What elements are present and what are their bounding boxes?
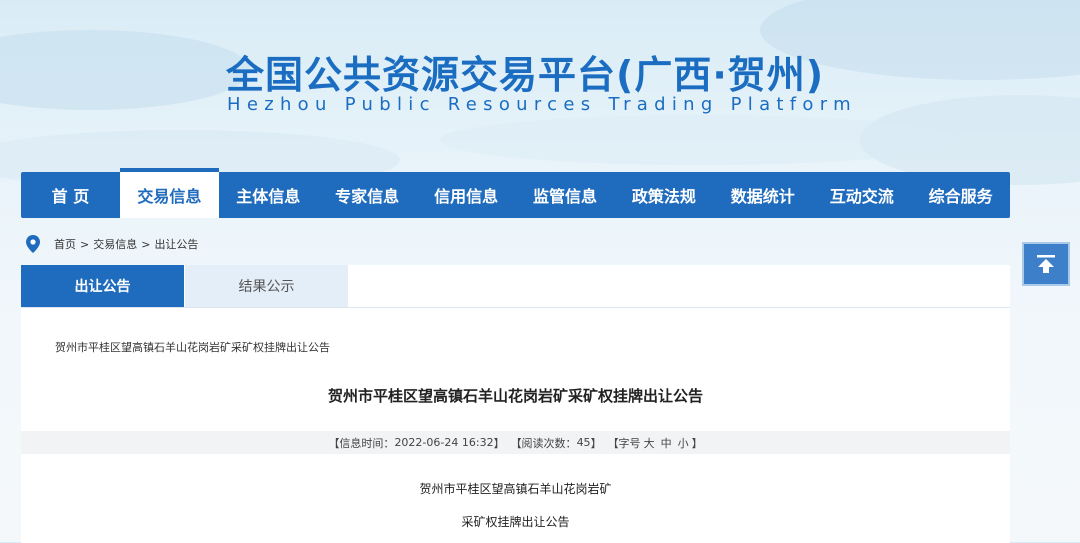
arrow-up-icon bbox=[1037, 255, 1055, 273]
nav-item-credit-info[interactable]: 信用信息 bbox=[417, 172, 516, 218]
tab-transfer-announcement[interactable]: 出让公告 bbox=[21, 265, 184, 307]
nav-item-statistics[interactable]: 数据统计 bbox=[713, 172, 812, 218]
nav-item-services[interactable]: 综合服务 bbox=[911, 172, 1010, 218]
meta-reads-value: 45 bbox=[576, 436, 591, 449]
meta-time-value: 2022-06-24 16:32 bbox=[394, 436, 494, 449]
tab-result-publicity[interactable]: 结果公示 bbox=[185, 265, 348, 307]
tab-bar: 出让公告 结果公示 bbox=[21, 265, 1010, 307]
breadcrumb-separator: > bbox=[141, 237, 151, 251]
nav-item-trading-info[interactable]: 交易信息 bbox=[119, 168, 219, 218]
nav-item-expert-info[interactable]: 专家信息 bbox=[318, 172, 417, 218]
back-to-top-button[interactable] bbox=[1022, 242, 1070, 286]
breadcrumb-separator: > bbox=[80, 237, 90, 251]
meta-fontsize-close: 】 bbox=[691, 436, 703, 450]
location-pin-icon bbox=[26, 235, 40, 253]
article-path-title: 贺州市平桂区望高镇石羊山花岗岩矿采矿权挂牌出让公告 bbox=[55, 341, 330, 354]
breadcrumb: 首页 > 交易信息 > 出让公告 bbox=[26, 235, 198, 253]
site-title: 全国公共资源交易平台(广西·贺州) bbox=[226, 53, 825, 97]
meta-reads-close: 】 bbox=[590, 436, 602, 450]
main-nav: 首 页 交易信息 主体信息 专家信息 信用信息 监管信息 政策法规 数据统计 互… bbox=[21, 168, 1010, 218]
site-subtitle: Hezhou Public Resources Trading Platform bbox=[227, 94, 857, 115]
nav-item-interaction[interactable]: 互动交流 bbox=[812, 172, 911, 218]
meta-time-close: 】 bbox=[493, 436, 505, 450]
nav-item-entity-info[interactable]: 主体信息 bbox=[219, 172, 318, 218]
font-size-small-button[interactable]: 小 bbox=[678, 435, 689, 451]
breadcrumb-home[interactable]: 首页 bbox=[54, 236, 76, 252]
article-meta: 【信息时间： 2022-06-24 16:32 】 【阅读次数： 45 】 【字… bbox=[21, 431, 1010, 454]
meta-fontsize-label: 【字号 bbox=[607, 436, 641, 450]
article-body-line: 贺州市平桂区望高镇石羊山花岗岩矿 bbox=[419, 482, 612, 496]
article-body-line: 采矿权挂牌出让公告 bbox=[461, 515, 570, 529]
font-size-large-button[interactable]: 大 bbox=[644, 435, 655, 451]
nav-item-policy[interactable]: 政策法规 bbox=[614, 172, 713, 218]
meta-time-label: 【信息时间： bbox=[328, 436, 395, 450]
breadcrumb-trading-info[interactable]: 交易信息 bbox=[93, 236, 137, 252]
breadcrumb-current[interactable]: 出让公告 bbox=[154, 236, 198, 252]
nav-item-home[interactable]: 首 页 bbox=[21, 172, 120, 218]
article-title: 贺州市平桂区望高镇石羊山花岗岩矿采矿权挂牌出让公告 bbox=[327, 387, 703, 405]
meta-reads-label: 【阅读次数： bbox=[510, 436, 577, 450]
article-panel: 贺州市平桂区望高镇石羊山花岗岩矿采矿权挂牌出让公告 贺州市平桂区望高镇石羊山花岗… bbox=[21, 307, 1010, 543]
font-size-medium-button[interactable]: 中 bbox=[661, 435, 672, 451]
nav-item-supervision-info[interactable]: 监管信息 bbox=[516, 172, 615, 218]
